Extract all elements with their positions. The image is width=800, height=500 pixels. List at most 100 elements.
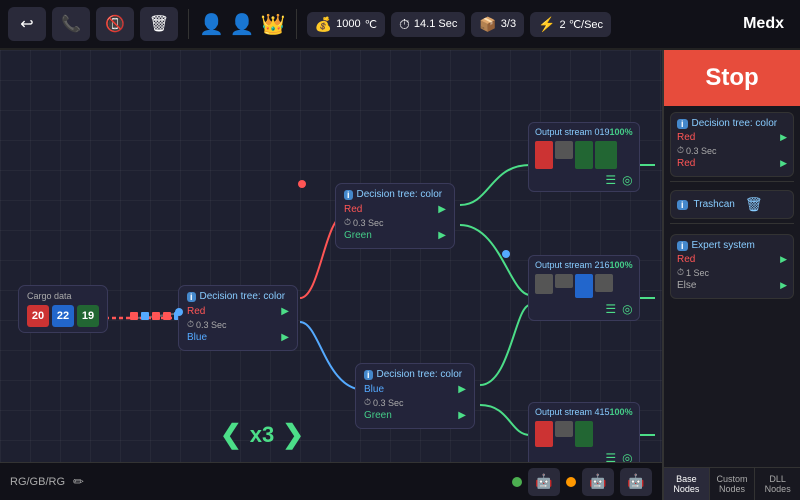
os2-target-icon[interactable]: ◎: [622, 302, 632, 316]
rp-expert-row2: Else ▶: [677, 280, 787, 291]
cargo-item-blue: 22: [52, 305, 74, 327]
output-stream-2[interactable]: Output stream 2 16 100% ☰ ◎: [528, 255, 640, 321]
tab-custom-nodes[interactable]: CustomNodes: [710, 468, 756, 500]
decision-node-2[interactable]: i Decision tree: color Red ▶ ⏱ 0.3 Sec B…: [178, 285, 298, 351]
call-button[interactable]: 📞: [52, 7, 90, 41]
node2-row2: Blue ▶: [187, 332, 289, 343]
os2-bar-gray2: [555, 274, 573, 288]
rp-decision-node[interactable]: i Decision tree: color Red ▶ ⏱ 0.3 Sec R…: [670, 112, 794, 177]
node3-info-badge: i: [364, 370, 373, 380]
robot-icon-btn-3[interactable]: 🤖: [620, 468, 652, 496]
node3-time-row: ⏱ 0.3 Sec: [364, 397, 466, 408]
cargo-item-red: 20: [27, 305, 49, 327]
rp-trashcan-node[interactable]: i Trashcan 🗑: [670, 190, 794, 219]
decision-node-3[interactable]: i Decision tree: color Blue ▶ ⏱ 0.3 Sec …: [355, 363, 475, 429]
rp-divider2: [670, 223, 794, 224]
node1-out-top: ▶: [438, 204, 446, 215]
node2-out-bottom: ▶: [281, 332, 289, 343]
rp-decision-title: i Decision tree: color: [677, 118, 787, 129]
rp-expert-title: i Expert system: [677, 240, 787, 251]
rp-arrow1: ▶: [780, 132, 787, 143]
trash-button[interactable]: 🗑: [140, 7, 178, 41]
os4-header: Output stream 4 15 100%: [535, 407, 633, 417]
avatar2-icon: 👤: [230, 12, 255, 37]
edit-icon[interactable]: ✏: [73, 474, 84, 490]
node1-row2: Green ▶: [344, 230, 446, 241]
rp-trashcan-icon: 🗑: [745, 196, 763, 213]
os0-stack-icon[interactable]: ☰: [605, 173, 616, 187]
node1-row1: Red ▶: [344, 204, 446, 215]
node2-out-top: ▶: [281, 306, 289, 317]
robot-icon-btn-1[interactable]: 🤖: [528, 468, 560, 496]
tab-base-nodes[interactable]: BaseNodes: [664, 468, 710, 500]
right-panel: Stop i Decision tree: color Red ▶ ⏱ 0.3 …: [662, 50, 800, 500]
node3-title: i Decision tree: color: [364, 369, 466, 380]
tab-custom-label: CustomNodes: [717, 474, 748, 494]
decision-node-1[interactable]: i Decision tree: color Red ▶ ⏱ 0.3 Sec G…: [335, 183, 455, 249]
rp-arrow2: ▶: [780, 158, 787, 169]
output-stream-0[interactable]: Output stream 0 19 100% ☰ ◎: [528, 122, 640, 192]
node1-out-bottom: ▶: [438, 230, 446, 241]
rp-divider1: [670, 181, 794, 182]
coin-icon: 💰: [315, 16, 332, 33]
back-button[interactable]: ↩: [8, 7, 46, 41]
x3-chevron-left: ❮: [220, 419, 242, 450]
node3-row2: Green ▶: [364, 410, 466, 421]
coins-badge: 💰 1000 ℃: [307, 12, 385, 37]
os4-bar-green: [575, 421, 593, 447]
box-icon: 📦: [479, 16, 496, 33]
node1-info-badge: i: [344, 190, 353, 200]
rp-node-row1: Red ▶: [677, 132, 787, 143]
avatar3-icon: 👑: [261, 12, 286, 37]
canvas-area[interactable]: Cargo data 20 22 19 i Decision tree: col…: [0, 50, 662, 500]
username: Medx: [743, 15, 784, 33]
phone-down-icon: 📵: [105, 14, 125, 34]
avatar1-icon: 👤: [199, 12, 224, 37]
os0-bar-gray: [555, 141, 573, 159]
node2-title: i Decision tree: color: [187, 291, 289, 302]
rp-trashcan-badge: i: [677, 200, 688, 210]
node2-time-row: ⏱ 0.3 Sec: [187, 319, 289, 330]
tab-base-label: BaseNodes: [673, 474, 699, 494]
output-stream-4[interactable]: Output stream 4 15 100% ☰ ◎: [528, 402, 640, 470]
os0-bars: [535, 141, 633, 169]
rp-expert-timer-icon: ⏱: [677, 267, 684, 278]
stop-button[interactable]: Stop: [664, 50, 800, 106]
os2-bar-gray3: [595, 274, 613, 292]
os2-stack-icon[interactable]: ☰: [605, 302, 616, 316]
node3-out-top: ▶: [458, 384, 466, 395]
main-area: Cargo data 20 22 19 i Decision tree: col…: [0, 50, 800, 500]
os0-footer: ☰ ◎: [535, 173, 633, 187]
os0-target-icon[interactable]: ◎: [622, 173, 632, 187]
os2-footer: ☰ ◎: [535, 302, 633, 316]
cargo-node[interactable]: Cargo data 20 22 19: [18, 285, 108, 333]
os2-header: Output stream 2 16 100%: [535, 260, 633, 270]
rp-expert-badge: i: [677, 241, 688, 251]
status-dot-orange: [566, 477, 576, 487]
top-bar: ↩ 📞 📵 🗑 👤 👤 👑 💰 1000 ℃ ⏱ 14.1 Sec 📦 3/3 …: [0, 0, 800, 50]
os2-bar-gray: [535, 274, 553, 294]
time-badge: ⏱ 14.1 Sec: [391, 12, 465, 37]
conn-dot-2: [502, 250, 510, 258]
rate-badge: ⚡ 2 ℃/Sec: [530, 12, 611, 37]
node2-timer-icon: ⏱: [187, 319, 194, 330]
rp-expert-node[interactable]: i Expert system Red ▶ ⏱ 1 Sec Else ▶: [670, 234, 794, 299]
end-call-button[interactable]: 📵: [96, 7, 134, 41]
os2-bar-blue: [575, 274, 593, 298]
tab-dll-label: DLLNodes: [765, 474, 791, 494]
os0-bar-green2: [595, 141, 617, 169]
separator: [188, 9, 189, 39]
coin-symbol: ℃: [365, 18, 377, 31]
bottom-icons: 🤖 🤖 🤖: [512, 468, 652, 496]
node2-row1: Red ▶: [187, 306, 289, 317]
tab-dll-nodes[interactable]: DLLNodes: [755, 468, 800, 500]
node1-title: i Decision tree: color: [344, 189, 446, 200]
rp-info-badge: i: [677, 119, 688, 129]
back-icon: ↩: [20, 14, 33, 34]
node1-time-row: ⏱ 0.3 Sec: [344, 217, 446, 228]
os4-bar-red: [535, 421, 553, 447]
robot-icon-btn-2[interactable]: 🤖: [582, 468, 614, 496]
conn-dot-1: [298, 180, 306, 188]
rate-icon: ⚡: [538, 16, 555, 33]
node1-timer-icon: ⏱: [344, 217, 351, 228]
